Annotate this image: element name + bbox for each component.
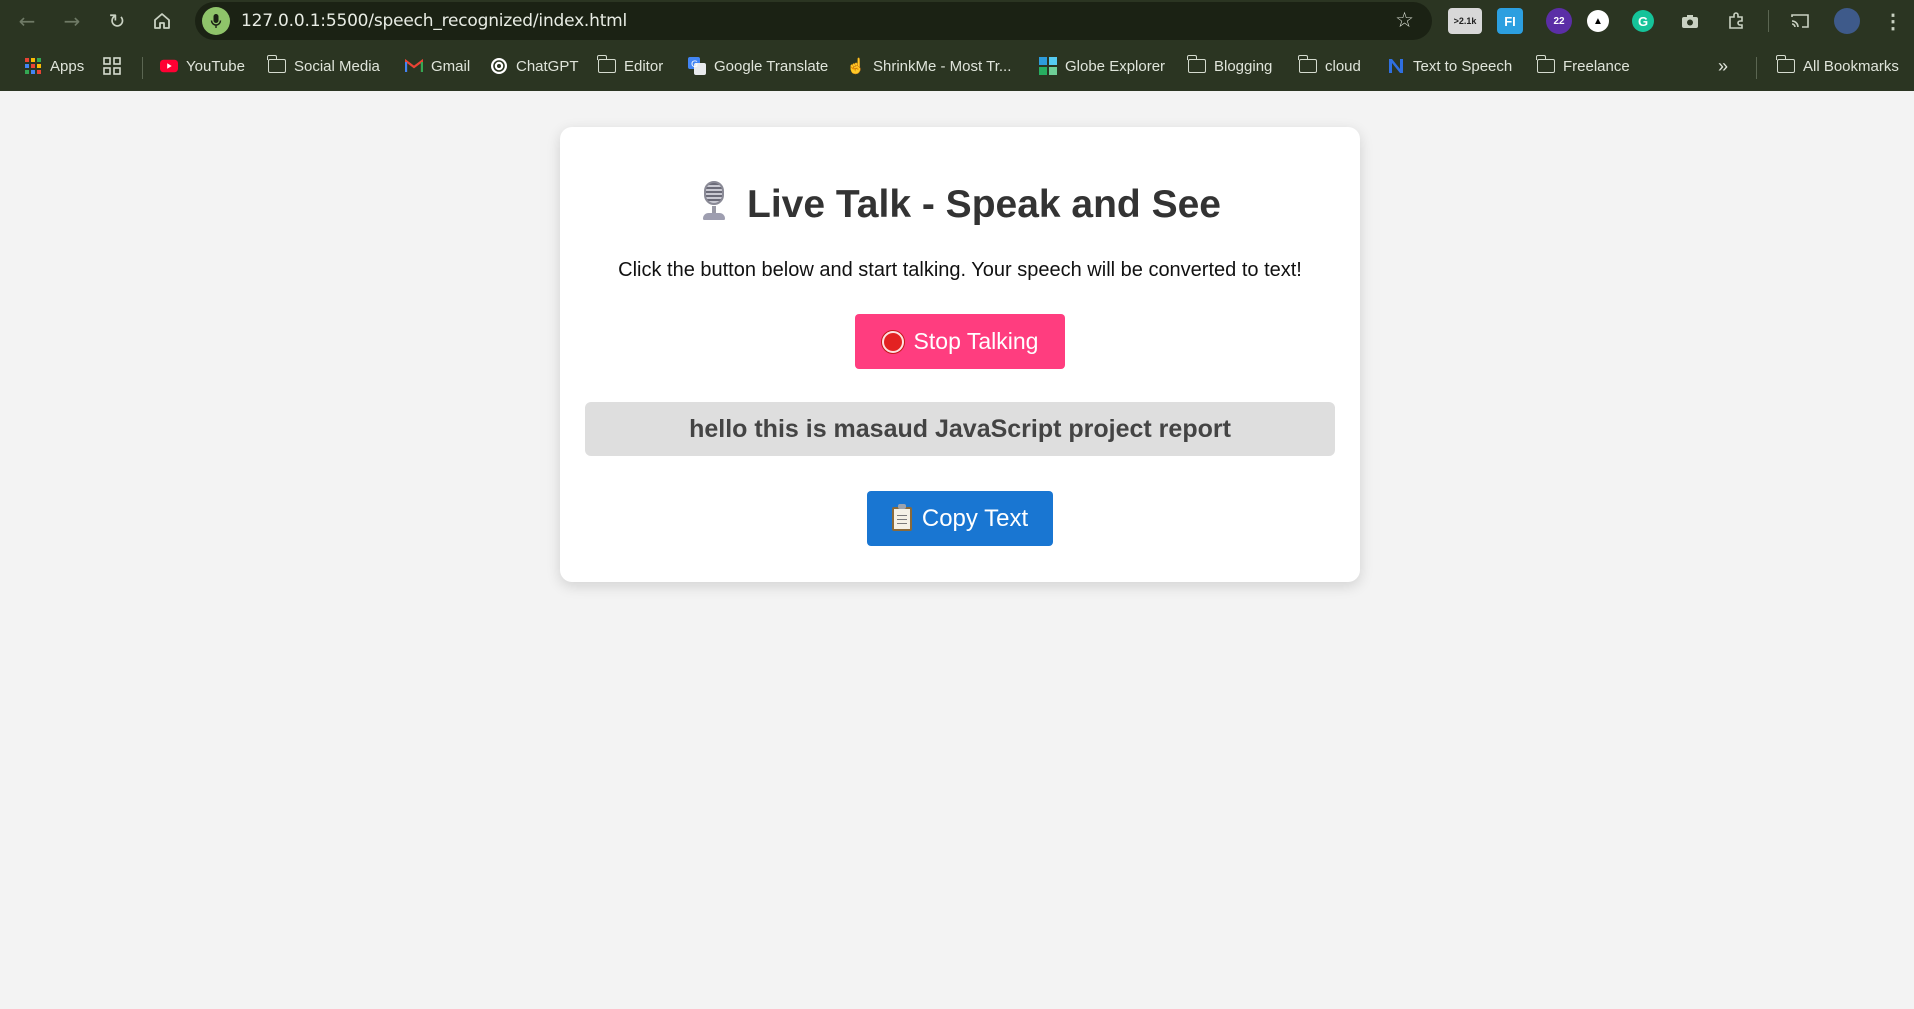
bookmark-youtube[interactable]: YouTube (160, 48, 245, 84)
bookmark-label: Editor (624, 57, 664, 75)
instructions-text: Click the button below and start talking… (618, 259, 1302, 281)
bookmark-label: cloud (1325, 57, 1361, 75)
bookmark-label: Text to Speech (1413, 57, 1513, 75)
clipboard-icon (891, 503, 912, 531)
bookmark-chatgpt[interactable]: ChatGPT (490, 48, 579, 84)
page-title-text: Live Talk - Speak and See (747, 183, 1221, 226)
extension-fi-text: FI (1504, 13, 1516, 29)
translate-icon: G (688, 57, 706, 75)
bookmark-text-to-speech[interactable]: Text to Speech (1387, 48, 1512, 84)
extension-graduation-icon[interactable]: 22 (1546, 8, 1572, 34)
bookmark-label: ChatGPT (516, 57, 579, 75)
bookmark-cloud[interactable]: cloud (1298, 48, 1361, 84)
extensions-puzzle-icon[interactable] (1723, 8, 1749, 34)
page-title: Live Talk - Speak and See (560, 181, 1360, 227)
bookmark-shrinkme[interactable]: ☝ ShrinkMe - Most Tr... (846, 48, 1012, 84)
extension-calendar-icon[interactable]: >2.1k (1448, 8, 1482, 34)
bookmark-label: YouTube (186, 57, 245, 75)
folder-icon (1536, 55, 1555, 74)
browser-chrome: ← → ↻ 127.0.0.1:5500/speech_recognized/i… (0, 0, 1914, 91)
bookmark-label: Apps (50, 57, 85, 75)
profile-avatar[interactable] (1834, 8, 1860, 34)
bookmark-gmail[interactable]: Gmail (405, 48, 470, 84)
gmail-icon (405, 58, 423, 74)
more-menu-icon[interactable]: ⋮ (1880, 8, 1906, 34)
extension-triangle-icon[interactable]: ▲ (1587, 10, 1609, 32)
youtube-icon (160, 58, 178, 74)
bookmarks-bar: Apps YouTube Social Media Gmail ChatGPT … (0, 48, 1914, 86)
reload-icon[interactable]: ↻ (101, 6, 133, 36)
grammarly-icon[interactable]: G (1632, 10, 1654, 32)
cast-icon[interactable] (1787, 8, 1813, 34)
bookmark-blogging[interactable]: Blogging (1187, 48, 1273, 84)
chatgpt-icon (490, 58, 508, 74)
address-bar[interactable]: 127.0.0.1:5500/speech_recognized/index.h… (195, 2, 1432, 40)
bookmark-social-media[interactable]: Social Media (267, 48, 380, 84)
extension-badge-text: >2.1k (1453, 16, 1477, 26)
browser-toolbar: ← → ↻ 127.0.0.1:5500/speech_recognized/i… (0, 0, 1914, 42)
folder-icon (597, 55, 616, 74)
bookmark-apps[interactable]: Apps (24, 48, 84, 84)
overflow-chevron: » (1718, 55, 1729, 76)
microphone-site-icon[interactable] (202, 7, 230, 35)
text-to-speech-icon (1387, 58, 1405, 74)
forward-icon[interactable]: → (56, 6, 88, 36)
bookmark-label: Freelance (1563, 57, 1630, 75)
record-dot-icon (881, 330, 904, 353)
bookmark-freelance[interactable]: Freelance (1536, 48, 1630, 84)
bookmark-separator (142, 57, 143, 79)
folder-icon (1187, 55, 1206, 74)
bookmark-globe-explorer[interactable]: Globe Explorer (1039, 48, 1165, 84)
speech-card: Live Talk - Speak and See Click the butt… (560, 127, 1360, 582)
folder-icon (1776, 55, 1795, 74)
bookmark-editor[interactable]: Editor (597, 48, 664, 84)
bookmark-google-translate[interactable]: G Google Translate (688, 48, 828, 84)
copy-button-label: Copy Text (921, 504, 1029, 532)
extension-badge-count: 22 (1553, 15, 1565, 27)
stop-button-label: Stop Talking (913, 328, 1039, 354)
bookmark-label: All Bookmarks (1803, 57, 1899, 75)
home-icon[interactable] (146, 6, 178, 36)
back-icon[interactable]: ← (11, 6, 43, 36)
bookmark-separator (1756, 57, 1757, 79)
bookmark-label: Globe Explorer (1065, 57, 1166, 75)
bookmark-star-icon[interactable]: ☆ (1395, 8, 1414, 32)
bookmark-label: ShrinkMe - Most Tr... (873, 57, 1012, 75)
microphone-icon (699, 181, 729, 221)
extension-fi-icon[interactable]: FI (1497, 8, 1523, 34)
svg-text:G: G (691, 60, 698, 70)
bookmark-label: Gmail (431, 57, 471, 75)
transcript-output: hello this is masaud JavaScript project … (585, 402, 1335, 456)
bookmarks-overflow-icon[interactable]: » (1718, 48, 1728, 84)
stop-talking-button[interactable]: Stop Talking (855, 314, 1065, 369)
folder-icon (1298, 55, 1317, 74)
toolbar-separator (1768, 10, 1769, 32)
bookmark-label: Blogging (1214, 57, 1273, 75)
grammarly-letter: G (1637, 13, 1649, 29)
bookmark-label: Google Translate (714, 57, 829, 75)
bookmark-label: Social Media (294, 57, 380, 75)
folder-icon (267, 55, 286, 74)
apps-grid-icon (24, 58, 42, 74)
camera-extension-icon[interactable] (1677, 8, 1703, 34)
copy-text-button[interactable]: Copy Text (867, 491, 1053, 546)
globe-explorer-icon (1039, 57, 1057, 75)
tab-groups-icon[interactable] (103, 48, 121, 84)
url-text[interactable]: 127.0.0.1:5500/speech_recognized/index.h… (241, 11, 627, 31)
hand-icon: ☝ (846, 58, 866, 75)
bookmark-all-bookmarks[interactable]: All Bookmarks (1776, 48, 1899, 84)
